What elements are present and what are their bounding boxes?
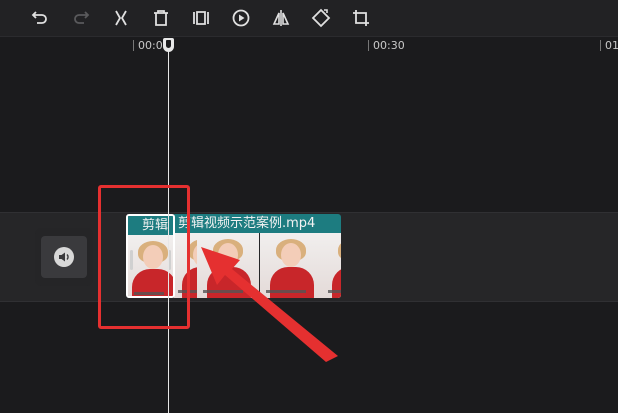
ruler-tick <box>600 40 601 51</box>
freeze-icon <box>193 11 209 25</box>
split-button[interactable] <box>108 5 134 31</box>
crop-icon <box>353 10 369 26</box>
delete-icon <box>154 10 168 26</box>
clip-title: 剪辑视频示范案例.mp4 <box>172 214 341 233</box>
ruler-tick <box>368 40 369 51</box>
ruler-label-30s: 00:30 <box>373 39 405 52</box>
video-clip-main[interactable]: 剪辑视频示范案例.mp4 <box>172 214 341 298</box>
timeline-toolbar <box>0 0 618 37</box>
undo-button[interactable] <box>27 5 53 31</box>
crop-button[interactable] <box>348 5 374 31</box>
clip-thumbnail <box>260 233 322 298</box>
freeze-frame-button[interactable] <box>188 5 214 31</box>
playhead-handle[interactable] <box>163 38 174 52</box>
ruler-tick <box>133 40 134 51</box>
redo-button[interactable] <box>68 5 94 31</box>
mirror-button[interactable] <box>268 5 294 31</box>
highlight-box <box>98 185 190 329</box>
delete-button[interactable] <box>148 5 174 31</box>
split-icon <box>115 10 127 26</box>
play-circle-icon <box>232 9 250 27</box>
rotate-button[interactable] <box>308 5 334 31</box>
rotate-icon <box>311 8 331 28</box>
clip-thumbnail <box>322 233 341 298</box>
undo-icon <box>31 11 47 24</box>
timeline-ruler[interactable]: 00:00 00:30 01 <box>0 37 618 55</box>
play-speed-button[interactable] <box>228 5 254 31</box>
ruler-label-1min: 01 <box>605 39 618 52</box>
track-audio-button[interactable] <box>41 236 87 278</box>
audio-control-panel <box>35 228 93 286</box>
redo-icon <box>74 11 90 24</box>
mirror-icon <box>272 10 290 26</box>
clip-thumbnail <box>197 233 259 298</box>
speaker-icon <box>54 247 74 267</box>
annotation-arrow <box>201 247 338 362</box>
